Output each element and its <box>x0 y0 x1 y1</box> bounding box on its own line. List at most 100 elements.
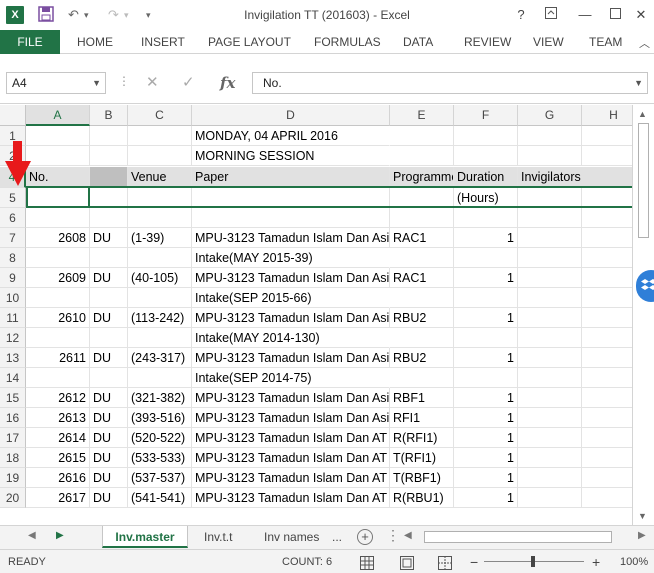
cell-f19[interactable]: 1 <box>454 468 518 488</box>
cell-a20[interactable]: 2617 <box>26 488 90 508</box>
cell-g18[interactable] <box>518 448 582 468</box>
cell-d16[interactable]: MPU-3123 Tamadun Islam Dan Asia <box>192 408 390 428</box>
scroll-down-icon[interactable]: ▼ <box>638 511 647 521</box>
cell-a8[interactable] <box>26 248 90 268</box>
cell-a5[interactable] <box>26 188 90 208</box>
horizontal-scroll-thumb[interactable] <box>424 531 612 543</box>
redo-dropdown-icon[interactable]: ▾ <box>124 6 129 24</box>
cell-a16[interactable]: 2613 <box>26 408 90 428</box>
cell-h14[interactable] <box>582 368 632 388</box>
cell-d2[interactable]: MORNING SESSION <box>192 146 390 166</box>
cell-f14[interactable] <box>454 368 518 388</box>
cell-g16[interactable] <box>518 408 582 428</box>
row-header-12[interactable]: 12 <box>0 328 26 348</box>
cell-c17[interactable]: (520-522) <box>128 428 192 448</box>
expand-ribbon-icon[interactable]: ︿ <box>639 35 650 51</box>
row-header-6[interactable]: 6 <box>0 208 26 228</box>
row-header-17[interactable]: 17 <box>0 428 26 448</box>
cell-c2[interactable] <box>128 146 192 166</box>
excel-logo-icon[interactable]: X <box>6 6 24 24</box>
cell-h10[interactable] <box>582 288 632 308</box>
cell-d17[interactable]: MPU-3123 Tamadun Islam Dan AT <box>192 428 390 448</box>
cell-g19[interactable] <box>518 468 582 488</box>
cell-e13[interactable]: RBU2 <box>390 348 454 368</box>
row-header-5[interactable]: 5 <box>0 188 26 208</box>
help-button[interactable]: ? <box>508 4 534 26</box>
cell-g1[interactable] <box>518 126 582 146</box>
maximize-icon[interactable] <box>602 4 628 26</box>
cell-f6[interactable] <box>454 208 518 228</box>
vertical-scrollbar[interactable]: ▲ ▼ <box>632 105 654 525</box>
worksheet-grid[interactable]: A B C D E F G H 1 MONDAY, 04 APRIL 2016 2 MORNING S… <box>0 105 632 525</box>
cell-d10[interactable]: Intake(SEP 2015-66) <box>192 288 390 308</box>
cell-h4[interactable] <box>582 167 632 188</box>
enter-entry-icon[interactable]: ✓ <box>182 72 195 94</box>
cell-a7[interactable]: 2608 <box>26 228 90 248</box>
cell-e1[interactable] <box>390 126 454 146</box>
cell-a17[interactable]: 2614 <box>26 428 90 448</box>
cell-h7[interactable] <box>582 228 632 248</box>
cell-b12[interactable] <box>90 328 128 348</box>
row-header-20[interactable]: 20 <box>0 488 26 508</box>
zoom-in-button[interactable]: + <box>592 550 600 573</box>
cell-g13[interactable] <box>518 348 582 368</box>
cell-c7[interactable]: (1-39) <box>128 228 192 248</box>
cell-e5[interactable] <box>390 188 454 208</box>
cell-b8[interactable] <box>90 248 128 268</box>
cell-e7[interactable]: RAC1 <box>390 228 454 248</box>
tab-home[interactable]: HOME <box>77 30 113 54</box>
cell-b13[interactable]: DU <box>90 348 128 368</box>
cell-h6[interactable] <box>582 208 632 228</box>
column-header-a[interactable]: A <box>26 105 90 126</box>
cell-b18[interactable]: DU <box>90 448 128 468</box>
cell-a12[interactable] <box>26 328 90 348</box>
cell-c20[interactable]: (541-541) <box>128 488 192 508</box>
prev-sheet-icon[interactable]: ◀ <box>28 530 36 541</box>
scroll-right-icon[interactable]: ▶ <box>638 530 646 541</box>
cell-h9[interactable] <box>582 268 632 288</box>
cell-a4[interactable]: No. <box>26 167 90 188</box>
formula-bar-resize-handle[interactable]: ⋮ <box>118 74 130 88</box>
horizontal-scrollbar[interactable]: ◀ ▶ <box>400 530 650 544</box>
cell-b9[interactable]: DU <box>90 268 128 288</box>
page-layout-view-icon[interactable] <box>400 555 414 570</box>
cell-e2[interactable] <box>390 146 454 166</box>
cell-h1[interactable] <box>582 126 632 146</box>
cell-e16[interactable]: RFI1 <box>390 408 454 428</box>
cell-g10[interactable] <box>518 288 582 308</box>
cell-d7[interactable]: MPU-3123 Tamadun Islam Dan Asia <box>192 228 390 248</box>
cell-a15[interactable]: 2612 <box>26 388 90 408</box>
cell-g14[interactable] <box>518 368 582 388</box>
cell-b14[interactable] <box>90 368 128 388</box>
tab-file[interactable]: FILE <box>0 30 60 54</box>
column-header-b[interactable]: B <box>90 105 128 126</box>
save-icon[interactable] <box>38 6 54 24</box>
cell-h13[interactable] <box>582 348 632 368</box>
cell-g15[interactable] <box>518 388 582 408</box>
cell-f9[interactable]: 1 <box>454 268 518 288</box>
cell-e18[interactable]: T(RFI1) <box>390 448 454 468</box>
cell-e14[interactable] <box>390 368 454 388</box>
cell-c6[interactable] <box>128 208 192 228</box>
insert-function-icon[interactable]: fx <box>220 72 235 94</box>
cell-h18[interactable] <box>582 448 632 468</box>
cell-g8[interactable] <box>518 248 582 268</box>
cell-c15[interactable]: (321-382) <box>128 388 192 408</box>
cell-c5[interactable] <box>128 188 192 208</box>
cell-d5[interactable] <box>192 188 390 208</box>
formula-input[interactable]: No. ▼ <box>252 72 648 94</box>
cell-d6[interactable] <box>192 208 390 228</box>
close-button[interactable]: ✕ <box>628 4 654 26</box>
cell-b19[interactable]: DU <box>90 468 128 488</box>
cell-h19[interactable] <box>582 468 632 488</box>
tab-team[interactable]: TEAM <box>589 30 622 54</box>
cell-g9[interactable] <box>518 268 582 288</box>
cell-h16[interactable] <box>582 408 632 428</box>
cell-b4[interactable] <box>90 167 128 188</box>
cell-f10[interactable] <box>454 288 518 308</box>
cell-h20[interactable] <box>582 488 632 508</box>
cell-b11[interactable]: DU <box>90 308 128 328</box>
row-header-15[interactable]: 15 <box>0 388 26 408</box>
cell-b7[interactable]: DU <box>90 228 128 248</box>
row-header-9[interactable]: 9 <box>0 268 26 288</box>
